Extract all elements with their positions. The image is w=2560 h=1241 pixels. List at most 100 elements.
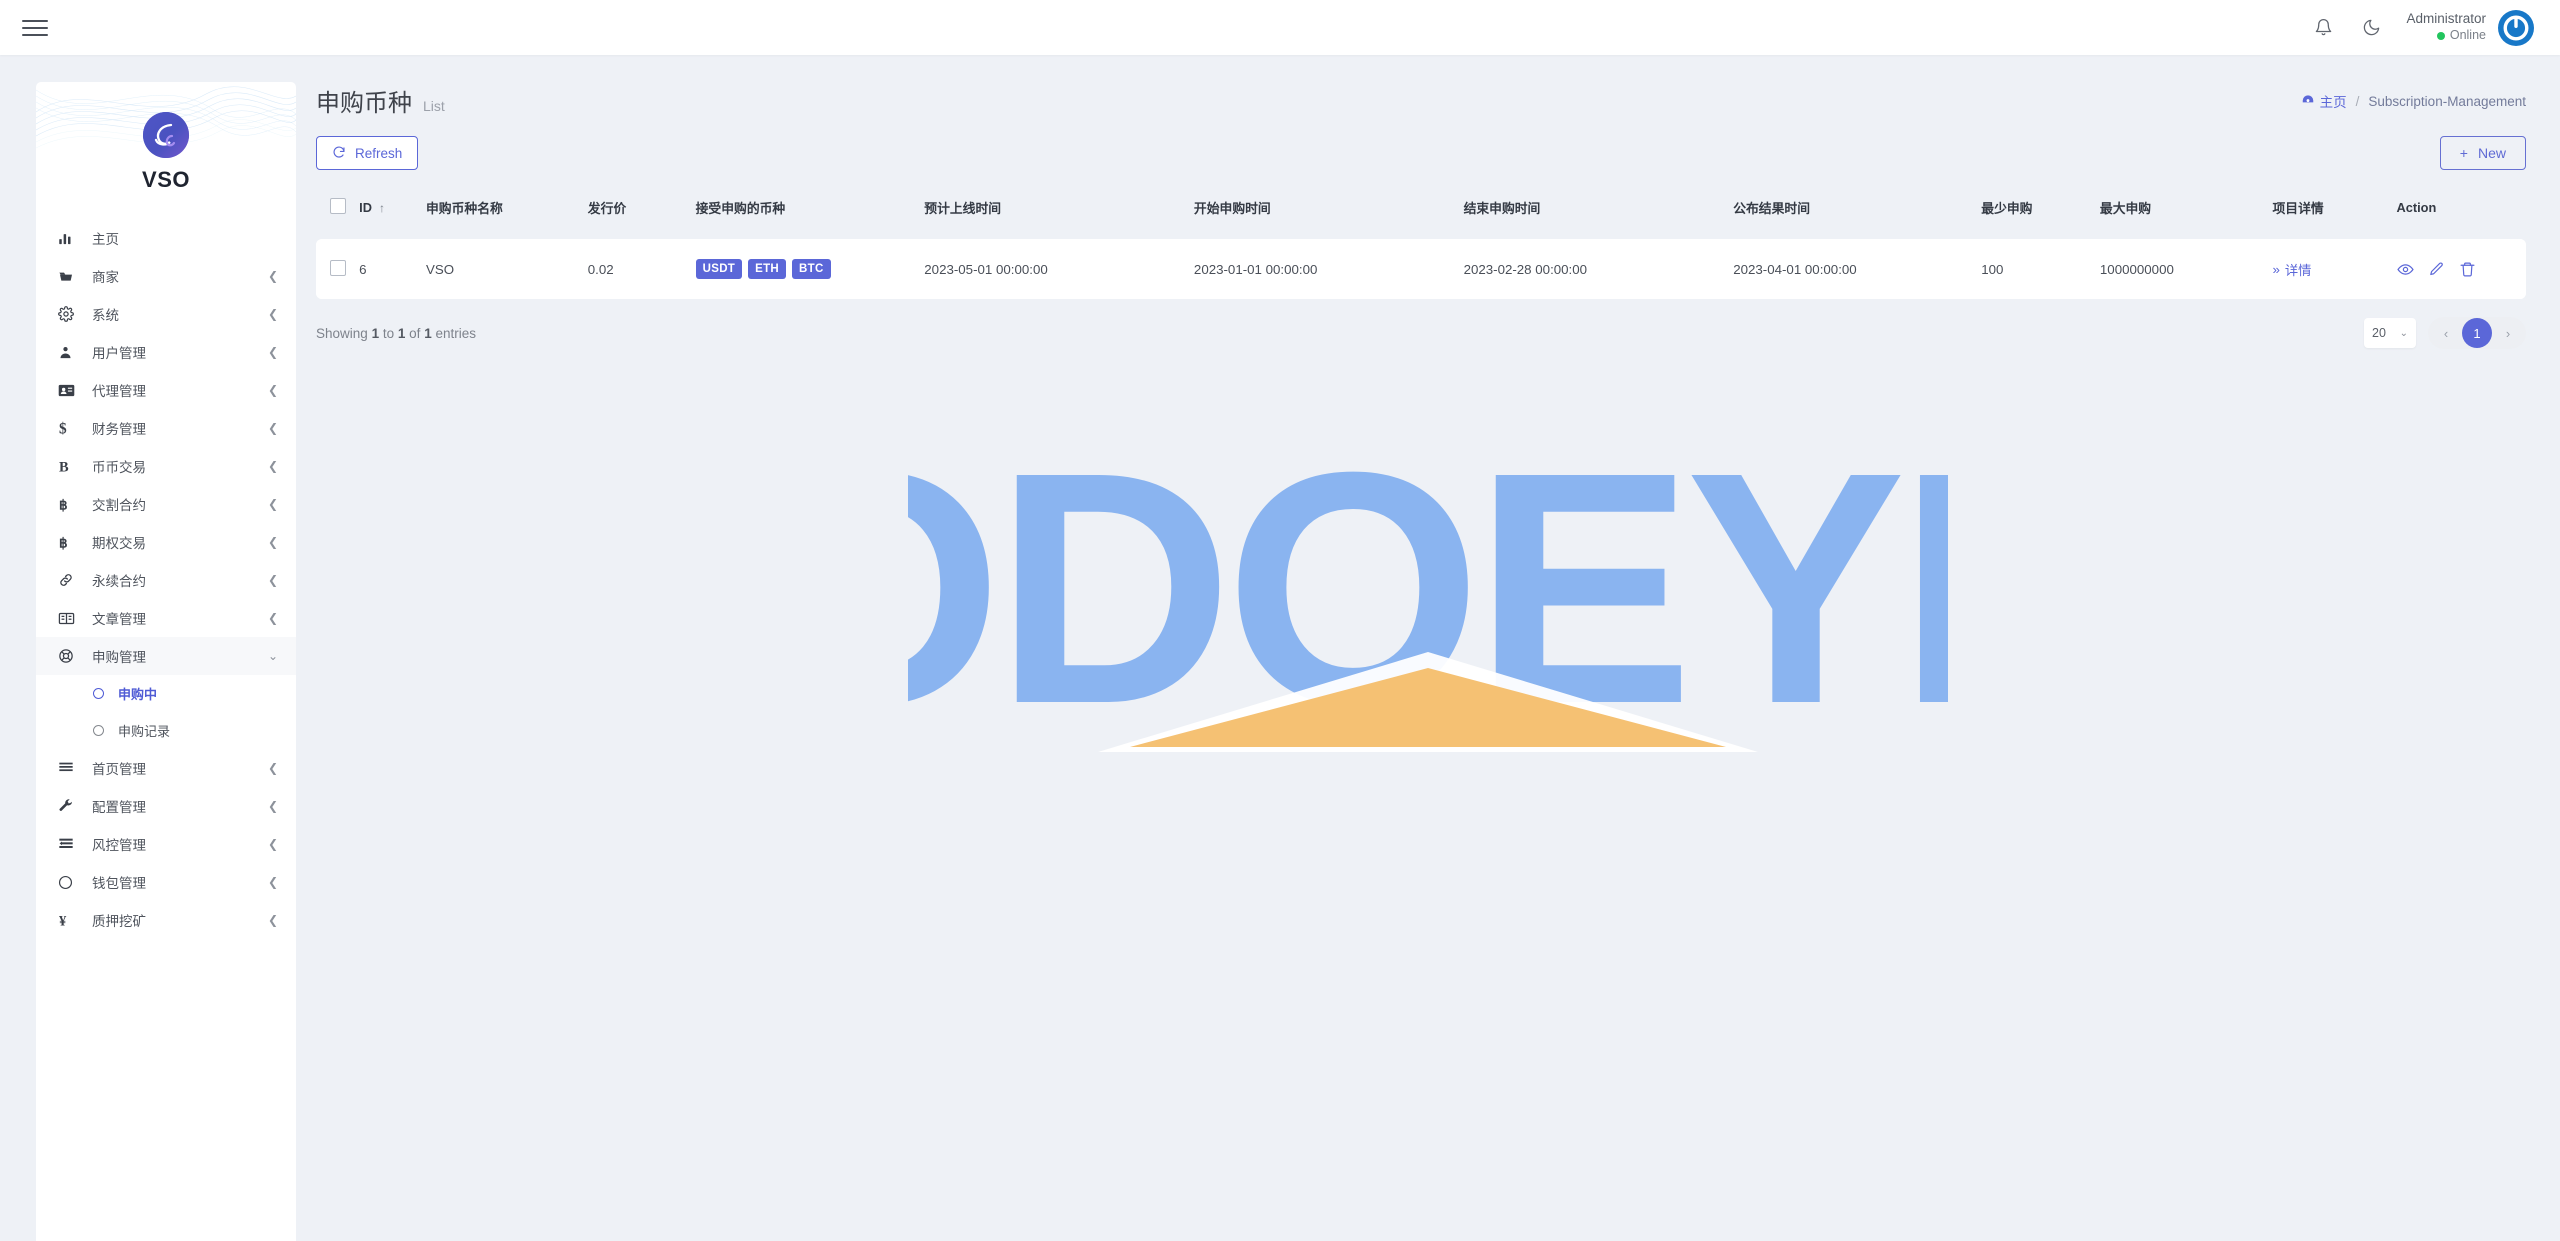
chevron-left-icon: ❮ (267, 383, 278, 397)
link-icon (58, 572, 80, 588)
sidebar-item-risk-management[interactable]: 风控管理 ❮ (36, 825, 296, 863)
entries-from: 1 (371, 325, 380, 341)
sidebar-item-config-management[interactable]: 配置管理 ❮ (36, 787, 296, 825)
col-result-time-label: 公布结果时间 (1733, 201, 1810, 216)
sidebar-item-staking-mining[interactable]: ¥ 质押挖矿 ❮ (36, 901, 296, 939)
action-row: Refresh + New (316, 136, 2526, 170)
sidebar-item-label: 申购管理 (92, 650, 146, 665)
col-min-subscription[interactable]: 最少申购 (1981, 184, 2100, 231)
user-menu[interactable]: Administrator Online (2406, 9, 2534, 46)
row-checkbox[interactable] (330, 259, 346, 276)
entries-to: 1 (397, 325, 406, 341)
sidebar-item-subscription-management[interactable]: 申购管理 ⌄ (36, 637, 296, 675)
dollar-icon: $ (58, 420, 80, 436)
sidebar-item-label: 质押挖矿 (92, 914, 146, 929)
refresh-button[interactable]: Refresh (316, 136, 419, 170)
chevron-left-icon: ❮ (267, 497, 278, 511)
pencil-icon[interactable] (2428, 261, 2445, 278)
coin-badge: ETH (748, 259, 787, 279)
sidebar-item-label: 文章管理 (92, 612, 146, 627)
lines-icon (58, 761, 80, 775)
bitcoin-icon: ฿ (58, 496, 80, 513)
yen-icon: ¥ (58, 912, 80, 928)
chevron-left-icon: ❮ (267, 799, 278, 813)
sidebar-subitem-subscribing[interactable]: 申购中 (36, 675, 296, 712)
next-page-button[interactable]: › (2496, 321, 2520, 345)
col-expected-online-time[interactable]: 预计上线时间 (924, 184, 1194, 231)
col-id[interactable]: ID ↑ (359, 184, 426, 231)
per-page-select[interactable]: 20 ⌄ (2364, 318, 2416, 348)
sidebar-item-agent-management[interactable]: 代理管理 ❮ (36, 371, 296, 409)
entries-of-word: of (409, 325, 421, 341)
new-button[interactable]: + New (2439, 136, 2526, 170)
user-text: Administrator Online (2406, 11, 2486, 44)
brand[interactable]: VSO (36, 82, 296, 193)
merchant-icon (58, 268, 80, 284)
avatar[interactable] (2498, 9, 2534, 46)
chevron-left-icon: ❮ (267, 307, 278, 321)
bell-icon[interactable] (2310, 15, 2336, 41)
select-all-checkbox[interactable] (330, 198, 346, 214)
trash-icon[interactable] (2459, 261, 2476, 278)
col-result-time[interactable]: 公布结果时间 (1733, 184, 1982, 231)
sidebar-item-label: 永续合约 (92, 574, 146, 589)
sidebar-item-homepage-management[interactable]: 首页管理 ❮ (36, 749, 296, 787)
cell-start-time: 2023-01-01 00:00:00 (1193, 239, 1464, 299)
sidebar-subitem-subscription-record[interactable]: 申购记录 (36, 712, 296, 749)
chevron-left-icon: ❮ (267, 837, 278, 851)
sidebar-item-label: 期权交易 (92, 536, 146, 551)
sidebar-item-perpetual-contract[interactable]: 永续合约 ❮ (36, 561, 296, 599)
col-accepted-coins[interactable]: 接受申购的币种 (695, 184, 925, 231)
col-start-time[interactable]: 开始申购时间 (1193, 184, 1464, 231)
dashboard-icon (2301, 93, 2315, 110)
sidebar-item-label: 代理管理 (92, 384, 146, 399)
sidebar-item-label: 首页管理 (92, 762, 146, 777)
moon-icon[interactable] (2358, 15, 2384, 41)
hamburger-icon[interactable] (22, 18, 48, 38)
breadcrumb-home-link[interactable]: 主页 (2301, 91, 2347, 111)
cell-max-subscription: 1000000000 (2099, 239, 2273, 299)
col-end-time-label: 结束申购时间 (1463, 201, 1541, 216)
col-select-all (316, 184, 360, 231)
double-chevron-right-icon: » (2272, 261, 2280, 277)
sidebar-item-spot-trading[interactable]: B 币币交易 ❮ (36, 447, 296, 485)
chevron-left-icon: ❮ (267, 875, 278, 889)
sidebar-item-delivery-contract[interactable]: ฿ 交割合约 ❮ (36, 485, 296, 523)
sidebar-item-wallet-management[interactable]: 钱包管理 ❮ (36, 863, 296, 901)
prev-page-button[interactable]: ‹ (2434, 321, 2458, 345)
detail-link[interactable]: » 详情 (2272, 260, 2311, 279)
cell-actions (2396, 239, 2526, 299)
chevron-left-icon: ❮ (267, 269, 278, 283)
eye-icon[interactable] (2396, 261, 2414, 278)
entries-prefix: Showing (316, 325, 368, 341)
col-coin-name[interactable]: 申购币种名称 (426, 184, 588, 231)
col-project-detail[interactable]: 项目详情 (2272, 184, 2397, 231)
subscription-table: ID ↑ 申购币种名称 发行价 接受申购的币种 预计上线时间 开始申购时间 结束… (316, 184, 2526, 299)
main-content: 申购币种 List 主页 / Subscription-Management R… (296, 55, 2560, 1241)
sidebar-item-article-management[interactable]: 文章管理 ❮ (36, 599, 296, 637)
col-end-time[interactable]: 结束申购时间 (1463, 184, 1734, 231)
sidebar-item-merchant[interactable]: 商家 ❮ (36, 257, 296, 295)
col-start-time-label: 开始申购时间 (1193, 201, 1271, 216)
entries-to-word: to (382, 325, 395, 341)
chevron-left-icon: ❮ (267, 761, 278, 775)
col-max-subscription[interactable]: 最大申购 (2099, 184, 2273, 231)
breadcrumb-home-label: 主页 (2319, 95, 2347, 110)
sidebar-item-user-management[interactable]: 用户管理 ❮ (36, 333, 296, 371)
chevron-left-icon: ❮ (267, 421, 278, 435)
sidebar-item-options-trading[interactable]: ฿ 期权交易 ❮ (36, 523, 296, 561)
sidebar: VSO 主页 商家 ❮ 系统 ❮ 用户管理 ❮ 代理管理 ❮ $ 财务管理 ❮ … (36, 82, 296, 1241)
radio-circle-icon (93, 688, 104, 699)
circle-icon (58, 875, 80, 890)
coin-badge: BTC (792, 259, 831, 279)
sidebar-item-home[interactable]: 主页 (36, 219, 296, 257)
table-row-spacer (316, 231, 2526, 239)
table-row[interactable]: 6 VSO 0.02 USDT ETH BTC 2023-05-01 00:00… (316, 239, 2526, 299)
sidebar-item-finance-management[interactable]: $ 财务管理 ❮ (36, 409, 296, 447)
cell-issue-price: 0.02 (587, 239, 696, 299)
page-1-button[interactable]: 1 (2462, 318, 2492, 348)
sidebar-item-system[interactable]: 系统 ❮ (36, 295, 296, 333)
col-issue-price[interactable]: 发行价 (587, 184, 696, 231)
cell-project-detail: » 详情 (2272, 239, 2397, 299)
page-header: 申购币种 List 主页 / Subscription-Management (316, 83, 2526, 118)
